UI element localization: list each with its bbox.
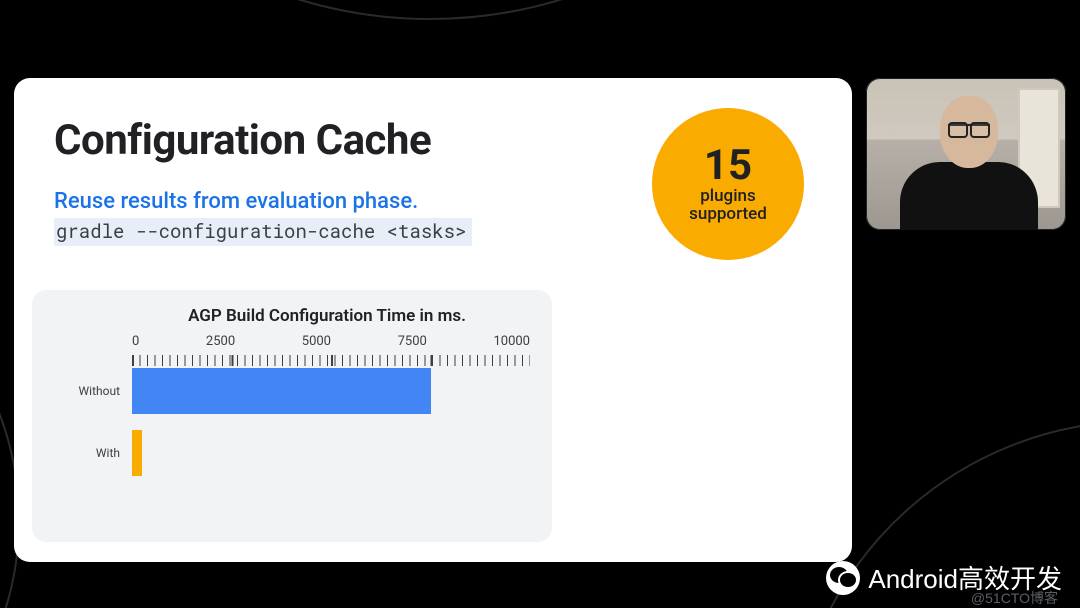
slide-card: Configuration Cache Reuse results from e… xyxy=(14,78,852,562)
tick-label: 7500 xyxy=(398,334,427,349)
badge-label: plugins supported xyxy=(689,188,767,224)
bar-without xyxy=(132,368,431,414)
chart-card: AGP Build Configuration Time in ms. 0 25… xyxy=(32,290,552,542)
plugins-badge: 15 plugins supported xyxy=(652,108,804,260)
chart-title: AGP Build Configuration Time in ms. xyxy=(124,306,530,326)
bar-label: With xyxy=(48,446,132,460)
decorative-arc xyxy=(0,0,880,20)
code-snippet: gradle --configuration-cache <tasks> xyxy=(54,218,472,246)
tick-label: 0 xyxy=(132,334,139,349)
bar-group: Without With xyxy=(48,368,530,476)
badge-number: 15 xyxy=(704,144,752,188)
axis-tick-labels: 0 2500 5000 7500 10000 xyxy=(48,334,530,348)
axis-ruler xyxy=(132,355,530,366)
bar-row-without: Without xyxy=(48,368,530,414)
tick-label: 2500 xyxy=(206,334,235,349)
bar-label: Without xyxy=(48,384,132,398)
glasses-icon xyxy=(948,124,990,136)
presenter-body xyxy=(900,162,1038,230)
watermark-sub: @51CTO博客 xyxy=(971,588,1058,608)
tick-label: 5000 xyxy=(302,334,331,349)
bar-row-with: With xyxy=(48,430,530,476)
presenter-webcam xyxy=(866,78,1066,230)
tick-label: 10000 xyxy=(493,334,530,349)
bar-with xyxy=(132,430,142,476)
wechat-icon xyxy=(826,561,860,595)
